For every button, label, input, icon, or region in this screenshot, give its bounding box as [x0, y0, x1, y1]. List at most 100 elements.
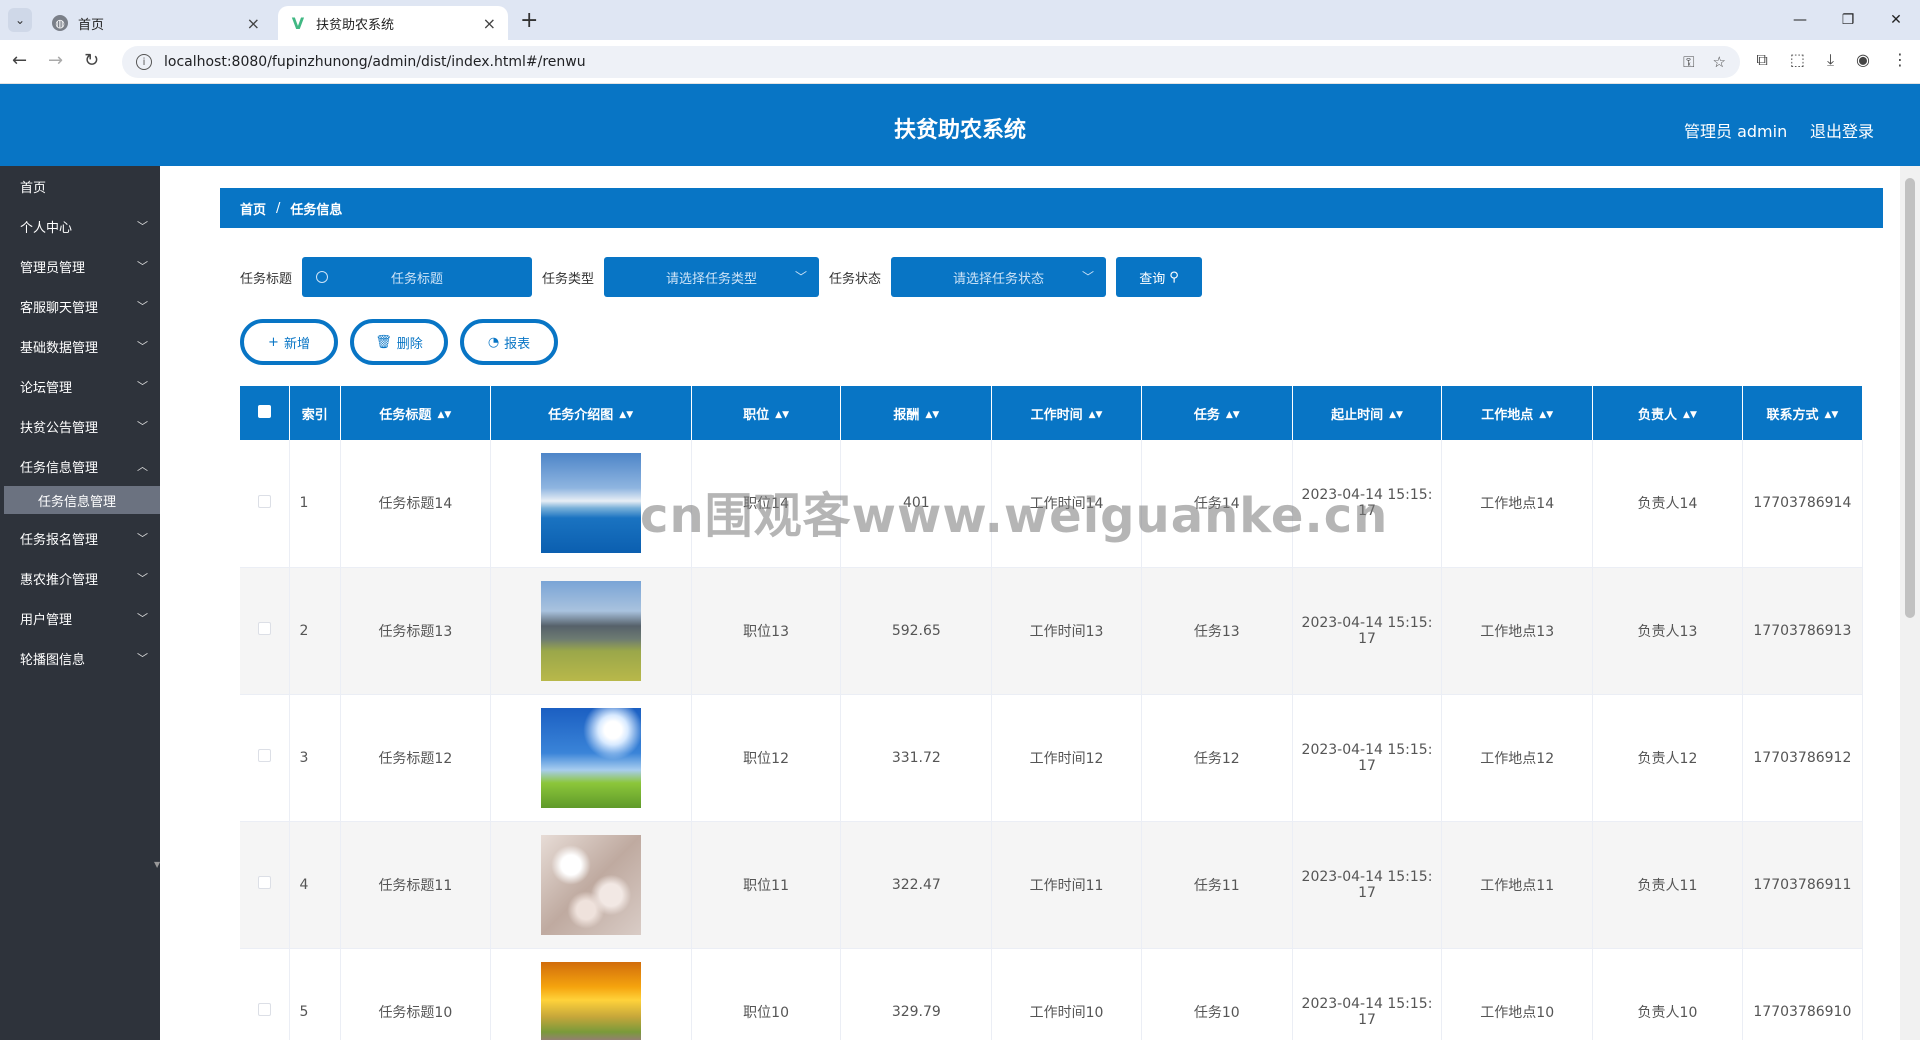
new-tab-plus-icon[interactable]: + — [520, 8, 538, 33]
sidebar-item-announcement[interactable]: 扶贫公告管理 ﹀ — [0, 406, 160, 446]
sort-icon: ▲▼ — [1539, 410, 1554, 420]
trash-icon: 🗑 — [375, 334, 392, 350]
reload-icon[interactable]: ↻ — [84, 50, 99, 71]
sidebar-item-task-info[interactable]: 任务信息管理 ︿ — [0, 446, 160, 486]
forward-arrow-icon[interactable]: → — [48, 50, 63, 71]
sidebar-item-home[interactable]: 首页 — [0, 166, 160, 206]
url-field[interactable]: i localhost:8080/fupinzhunong/admin/dist… — [122, 46, 1740, 78]
column-header-place[interactable]: 工作地点 ▲▼ — [1441, 386, 1594, 440]
cell-index: 4 — [289, 821, 342, 949]
url-text: localhost:8080/fupinzhunong/admin/dist/i… — [164, 54, 586, 70]
sidebar-item-promotion[interactable]: 惠农推介管理 ﹀ — [0, 558, 160, 598]
breadcrumb-home[interactable]: 首页 — [240, 199, 266, 218]
row-checkbox[interactable] — [240, 948, 290, 1040]
cell-task: 任务11 — [1141, 821, 1293, 949]
title-search-placeholder: 任务标题 — [391, 271, 444, 287]
sort-icon: ▲▼ — [1824, 410, 1839, 420]
app-title: 扶贫助农系统 — [893, 118, 1026, 143]
table-row[interactable]: 5 任务标题10 职位10 329.79 工作时间10 任务10 2023-04… — [240, 948, 1864, 1040]
sidebar-item-label: 首页 — [20, 180, 47, 196]
close-icon[interactable]: × — [247, 14, 260, 33]
column-header-owner[interactable]: 负责人 ▲▼ — [1592, 386, 1743, 440]
search-icon: ⚲ — [1169, 269, 1179, 285]
window-close-icon[interactable]: ✕ — [1872, 0, 1920, 40]
task-status-select[interactable]: 请选择任务状态 ﹀ — [891, 257, 1107, 297]
globe-icon: ◍ — [52, 15, 68, 31]
table-row[interactable]: 2 任务标题13 职位13 592.65 工作时间13 任务13 2023-04… — [240, 567, 1864, 695]
cell-phone: 17703786913 — [1742, 567, 1864, 695]
chevron-down-icon: ﹀ — [137, 572, 148, 585]
task-image[interactable] — [540, 707, 641, 808]
column-header-position[interactable]: 职位 ▲▼ — [691, 386, 842, 440]
column-header-task[interactable]: 任务 ▲▼ — [1141, 386, 1293, 440]
task-image[interactable] — [540, 834, 641, 935]
row-checkbox[interactable] — [240, 440, 290, 568]
task-image[interactable] — [540, 580, 641, 681]
task-type-select[interactable]: 请选择任务类型 ﹀ — [604, 257, 820, 297]
more-menu-icon[interactable]: ⋮ — [1892, 50, 1908, 70]
app-header: 扶贫助农系统 管理员 admin 退出登录 — [0, 84, 1920, 166]
key-icon[interactable]: ⚿ — [1683, 53, 1694, 71]
report-button[interactable]: ◔ 报表 — [460, 319, 558, 365]
table-row[interactable]: 4 任务标题11 职位11 322.47 工作时间11 任务11 2023-04… — [240, 821, 1864, 949]
table-row[interactable]: 3 任务标题12 职位12 331.72 工作时间12 任务12 2023-04… — [240, 694, 1864, 822]
task-image[interactable] — [540, 453, 641, 554]
star-icon[interactable]: ☆ — [1713, 53, 1726, 71]
sidebar-item-user-manage[interactable]: 用户管理 ﹀ — [0, 598, 160, 638]
cell-date-range: 2023-04-14 15:15: 17 — [1292, 948, 1443, 1040]
cell-owner: 负责人10 — [1592, 948, 1743, 1040]
row-checkbox[interactable] — [240, 821, 290, 949]
sidebar-item-personal-center[interactable]: 个人中心 ﹀ — [0, 206, 160, 246]
select-all-checkbox[interactable] — [240, 386, 290, 440]
column-header-date-range[interactable]: 起止时间 ▲▼ — [1292, 386, 1443, 440]
extensions-icon[interactable]: ⬚ — [1790, 50, 1805, 70]
row-checkbox[interactable] — [240, 567, 290, 695]
title-search-input[interactable]: 任务标题 — [302, 257, 533, 297]
cell-phone: 17703786911 — [1742, 821, 1864, 949]
page-scrollbar-thumb[interactable] — [1905, 178, 1915, 618]
browser-tab-home[interactable]: ◍ 首页 × — [40, 6, 272, 40]
back-arrow-icon[interactable]: ← — [12, 50, 27, 71]
query-button[interactable]: 查询 ⚲ — [1116, 257, 1203, 297]
task-image[interactable] — [540, 961, 641, 1040]
sidebar-item-chat-manage[interactable]: 客服聊天管理 ﹀ — [0, 286, 160, 326]
logout-link[interactable]: 退出登录 — [1810, 118, 1874, 142]
cell-index: 1 — [289, 440, 342, 568]
column-header-image[interactable]: 任务介绍图 ▲▼ — [490, 386, 692, 440]
site-info-icon[interactable]: i — [136, 54, 152, 70]
screenshot-icon[interactable]: ⧉ — [1756, 50, 1767, 70]
cell-work-time: 工作时间13 — [991, 567, 1142, 695]
cell-phone: 17703786910 — [1742, 948, 1864, 1040]
browser-tab-active[interactable]: V 扶贫助农系统 × — [278, 6, 508, 40]
sidebar-item-admin-manage[interactable]: 管理员管理 ﹀ — [0, 246, 160, 286]
restore-icon[interactable]: ❐ — [1824, 0, 1872, 40]
column-header-title[interactable]: 任务标题 ▲▼ — [340, 386, 491, 440]
column-header-work-time[interactable]: 工作时间 ▲▼ — [991, 386, 1142, 440]
sidebar-item-forum[interactable]: 论坛管理 ﹀ — [0, 366, 160, 406]
pie-chart-icon: ◔ — [487, 334, 500, 350]
sidebar-subitem-task-info-manage[interactable]: 任务信息管理 — [4, 486, 160, 514]
sidebar-item-basic-data[interactable]: 基础数据管理 ﹀ — [0, 326, 160, 366]
sidebar-item-task-signup[interactable]: 任务报名管理 ﹀ — [0, 518, 160, 558]
cell-image — [490, 821, 692, 949]
close-icon[interactable]: × — [483, 14, 496, 33]
tab-search-chevron-icon[interactable]: ⌄ — [8, 8, 32, 32]
profile-icon[interactable]: ◉ — [1856, 50, 1870, 70]
chevron-up-icon: ︿ — [137, 460, 148, 473]
sidebar-item-carousel[interactable]: 轮播图信息 ﹀ — [0, 638, 160, 678]
cell-title: 任务标题11 — [340, 821, 491, 949]
vue-logo-icon: V — [291, 13, 305, 33]
column-header-index: 索引 — [289, 386, 342, 440]
cell-position: 职位13 — [691, 567, 842, 695]
current-user: 管理员 admin — [1684, 122, 1788, 141]
download-icon[interactable]: ⤓ — [1827, 50, 1834, 70]
report-button-label: 报表 — [504, 336, 531, 352]
cell-owner: 负责人12 — [1592, 694, 1743, 822]
sidebar: 首页 个人中心 ﹀ 管理员管理 ﹀ 客服聊天管理 ﹀ 基础数据管理 ﹀ 论坛管理 ﹀ 扶贫… — [0, 166, 160, 1040]
row-checkbox[interactable] — [240, 694, 290, 822]
delete-button[interactable]: 🗑 删除 — [350, 319, 448, 365]
add-button[interactable]: + 新增 — [240, 319, 338, 365]
column-header-phone[interactable]: 联系方式 ▲▼ — [1742, 386, 1864, 440]
column-header-pay[interactable]: 报酬 ▲▼ — [840, 386, 993, 440]
minimize-icon[interactable]: — — [1776, 0, 1824, 40]
